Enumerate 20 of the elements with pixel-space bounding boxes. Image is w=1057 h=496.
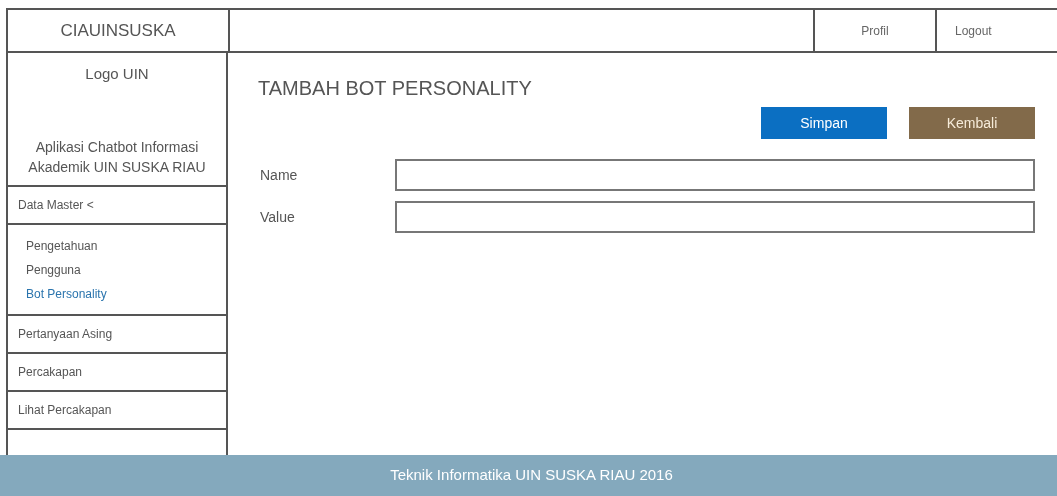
menu-item[interactable]: Percakapan xyxy=(18,363,83,381)
text-field[interactable] xyxy=(395,201,1035,233)
menu-item[interactable]: Data Master < xyxy=(18,196,94,214)
back-button[interactable]: Kembali xyxy=(909,107,1035,139)
save-button[interactable]: Simpan xyxy=(761,107,887,139)
text-field[interactable] xyxy=(395,159,1035,191)
header-link[interactable]: Logout xyxy=(935,10,1057,51)
submenu-item[interactable]: Pengguna xyxy=(26,260,226,279)
menu-item[interactable]: Lihat Percakapan xyxy=(18,401,112,419)
field-label: Name xyxy=(259,165,299,185)
header-link[interactable]: Profil xyxy=(813,10,935,51)
app-description: Aplikasi Chatbot Informasi Akademik UIN SUSKA RIAU xyxy=(27,138,207,177)
brand-title: CIAUINSUSKA xyxy=(8,10,230,51)
logo-label: Logo UIN xyxy=(85,64,149,84)
field-label: Value xyxy=(259,207,296,227)
footer: Teknik Informatika UIN SUSKA RIAU 2016 xyxy=(0,455,1057,496)
submenu-item[interactable]: Bot Personality xyxy=(26,284,226,303)
menu-item[interactable]: Pertanyaan Asing xyxy=(18,325,113,343)
page-title: TAMBAH BOT PERSONALITY xyxy=(258,76,533,101)
submenu-item[interactable]: Pengetahuan xyxy=(26,236,226,255)
